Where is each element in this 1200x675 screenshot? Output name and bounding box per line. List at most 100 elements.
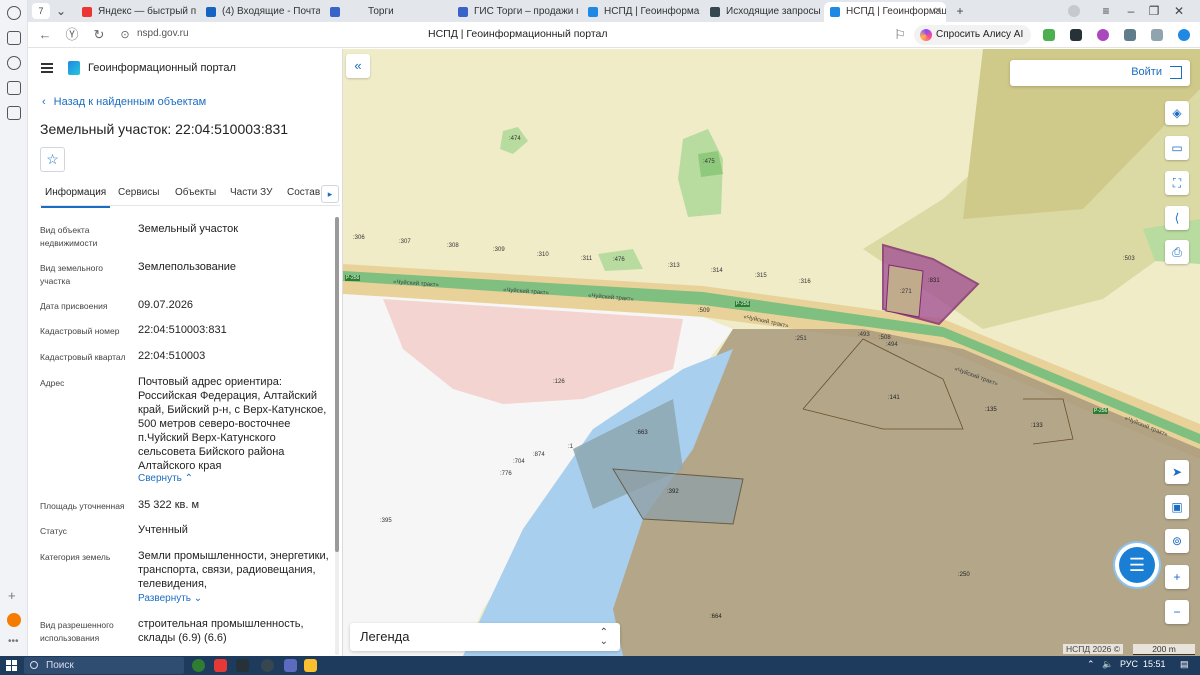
- chevron-up-icon: ⌃: [184, 473, 194, 484]
- extension-record-icon[interactable]: [1097, 29, 1109, 41]
- play-icon[interactable]: [7, 56, 21, 70]
- object-info-panel: Геоинформационный портал ‹ Назад к найден…: [28, 49, 343, 656]
- alisa-icon: [920, 29, 932, 41]
- add-icon[interactable]: +: [8, 588, 16, 603]
- parcel-label: :503: [1123, 256, 1135, 262]
- select-area-icon[interactable]: ⛶: [1165, 171, 1189, 195]
- extension-vpn-icon[interactable]: [1043, 29, 1055, 41]
- search-location-icon[interactable]: ⊚: [1165, 529, 1189, 553]
- new-tab-icon[interactable]: +: [952, 3, 968, 19]
- parcel-label: :509: [698, 308, 710, 314]
- yandex-icon[interactable]: Ⓨ: [64, 27, 80, 43]
- more-icon[interactable]: •••: [8, 636, 19, 647]
- maximize-icon[interactable]: ❐: [1146, 3, 1162, 19]
- taskbar-search[interactable]: Поиск: [24, 657, 184, 674]
- minimap-icon[interactable]: ▣: [1165, 495, 1189, 519]
- parcel-label: :133: [1031, 423, 1043, 429]
- screen: + ••• 7 ⌄ Яндекс — быстрый поиск (4) Вхо…: [0, 0, 1200, 675]
- clock[interactable]: 15:51: [1143, 659, 1166, 669]
- input-language[interactable]: РУС: [1120, 659, 1138, 669]
- parcel-label: :141: [888, 395, 900, 401]
- share-icon[interactable]: ⟨: [1165, 206, 1189, 230]
- map-canvas[interactable]: [343, 49, 1200, 656]
- extension-shield-icon[interactable]: [1124, 29, 1136, 41]
- chevron-down-icon[interactable]: ⌄: [53, 3, 69, 19]
- legend-title: Легенда: [360, 629, 410, 644]
- alisa-icon[interactable]: [7, 613, 21, 627]
- collapse-address-toggle[interactable]: Свернуть ⌃: [138, 473, 193, 484]
- downloads-icon[interactable]: [1151, 29, 1163, 41]
- ask-alisa-button[interactable]: Спросить Алису AI: [914, 25, 1032, 45]
- zoom-in-icon[interactable]: +: [1165, 565, 1189, 589]
- window-close-icon[interactable]: ✕: [1171, 3, 1187, 19]
- parcel-label: :271: [900, 289, 912, 295]
- taskbar-app-icon[interactable]: [236, 659, 249, 672]
- parcel-label: :395: [380, 518, 392, 524]
- notifications-icon[interactable]: [1178, 29, 1190, 41]
- login-button[interactable]: Войти: [1131, 66, 1162, 78]
- collapse-panel-button[interactable]: «: [346, 54, 370, 78]
- tab-services[interactable]: Сервисы: [118, 187, 159, 198]
- close-tab-icon[interactable]: ✕: [934, 2, 942, 22]
- collections-icon[interactable]: [7, 31, 21, 45]
- parcel-label: :392: [667, 489, 679, 495]
- tab-nspd-active[interactable]: НСПД | Геоинформац ✕: [824, 2, 946, 22]
- minimize-icon[interactable]: –: [1123, 3, 1139, 19]
- menu-icon[interactable]: [41, 63, 53, 73]
- site-info-icon[interactable]: ⊙: [117, 27, 133, 43]
- tab-composition[interactable]: Состав: [287, 187, 320, 198]
- taskbar-app-icon[interactable]: [192, 659, 205, 672]
- favorite-star-button[interactable]: ☆: [40, 147, 65, 172]
- parcel-label: :476: [613, 257, 625, 263]
- reload-icon[interactable]: ↻: [91, 27, 107, 43]
- taskbar-yandex-icon[interactable]: [214, 659, 227, 672]
- zoom-out-icon[interactable]: −: [1165, 600, 1189, 624]
- legend-toggle-icon[interactable]: ⌃ ⌄: [600, 628, 608, 647]
- url-field[interactable]: nspd.gov.ru: [137, 28, 189, 39]
- calendar-icon[interactable]: [7, 81, 21, 95]
- expand-category-toggle[interactable]: Развернуть ⌄: [138, 593, 202, 604]
- profile-icon[interactable]: [1068, 5, 1080, 17]
- tab-nspd-1[interactable]: НСПД | Геоинформацион: [582, 2, 700, 22]
- tray-volume-icon[interactable]: 🔈: [1102, 659, 1113, 670]
- chevron-left-icon: ‹: [42, 96, 46, 108]
- tab-parcel-parts[interactable]: Части ЗУ: [230, 187, 272, 198]
- start-button[interactable]: [6, 660, 17, 671]
- map-view[interactable]: :474 :475 :476 :306 :307 :308 :309 :310 …: [343, 49, 1200, 656]
- chat-button[interactable]: ☰: [1119, 547, 1155, 583]
- tab-outgoing-requests[interactable]: Исходящие запросы СМЭ: [704, 2, 824, 22]
- print-icon[interactable]: ⎙: [1165, 240, 1189, 264]
- scrollbar-thumb[interactable]: [335, 217, 339, 552]
- taskbar-folder-icon[interactable]: [304, 659, 317, 672]
- tab-information[interactable]: Информация: [40, 187, 111, 208]
- history-icon[interactable]: [7, 6, 21, 20]
- chevron-down-icon: ⌄: [193, 593, 203, 604]
- tab-gis-torgi[interactable]: ГИС Торги – продажи гос: [452, 2, 578, 22]
- tray-arrow-icon[interactable]: ⌃: [1087, 659, 1095, 670]
- map-copyright: НСПД 2026 ©: [1063, 644, 1124, 654]
- ruler-icon[interactable]: ▭: [1165, 136, 1189, 160]
- login-bar[interactable]: Войти: [1010, 60, 1190, 86]
- bookmark-icon[interactable]: ⚐: [892, 27, 908, 43]
- parcel-label: :664: [710, 614, 722, 620]
- menu-icon[interactable]: ≡: [1098, 3, 1114, 19]
- back-to-results-link[interactable]: ‹ Назад к найденным объектам: [42, 96, 206, 108]
- back-arrow-icon[interactable]: ←: [37, 27, 53, 43]
- panel-scrollbar[interactable]: [335, 217, 339, 655]
- tab-yandex[interactable]: Яндекс — быстрый поиск: [76, 2, 196, 22]
- taskbar-browser-icon[interactable]: [284, 659, 297, 672]
- layers-icon[interactable]: ◈: [1165, 101, 1189, 125]
- extension-k-icon[interactable]: [1070, 29, 1082, 41]
- road-code-badge: Р-256: [735, 301, 751, 307]
- tab-counter[interactable]: 7: [32, 3, 50, 19]
- tab-objects[interactable]: Объекты: [175, 187, 216, 198]
- taskbar-app-icon[interactable]: [261, 659, 274, 672]
- screenshot-icon[interactable]: [7, 106, 21, 120]
- locate-icon[interactable]: ➤: [1165, 460, 1189, 484]
- tabs-scroll-right-button[interactable]: ▸: [321, 185, 339, 203]
- tab-torgi[interactable]: Торги: [324, 2, 448, 22]
- legend-panel[interactable]: Легенда ⌃ ⌄: [350, 623, 620, 651]
- notification-center-icon[interactable]: ▤: [1180, 659, 1189, 670]
- parcel-label: :135: [985, 407, 997, 413]
- tab-mail[interactable]: (4) Входящие - Почта Ма: [200, 2, 320, 22]
